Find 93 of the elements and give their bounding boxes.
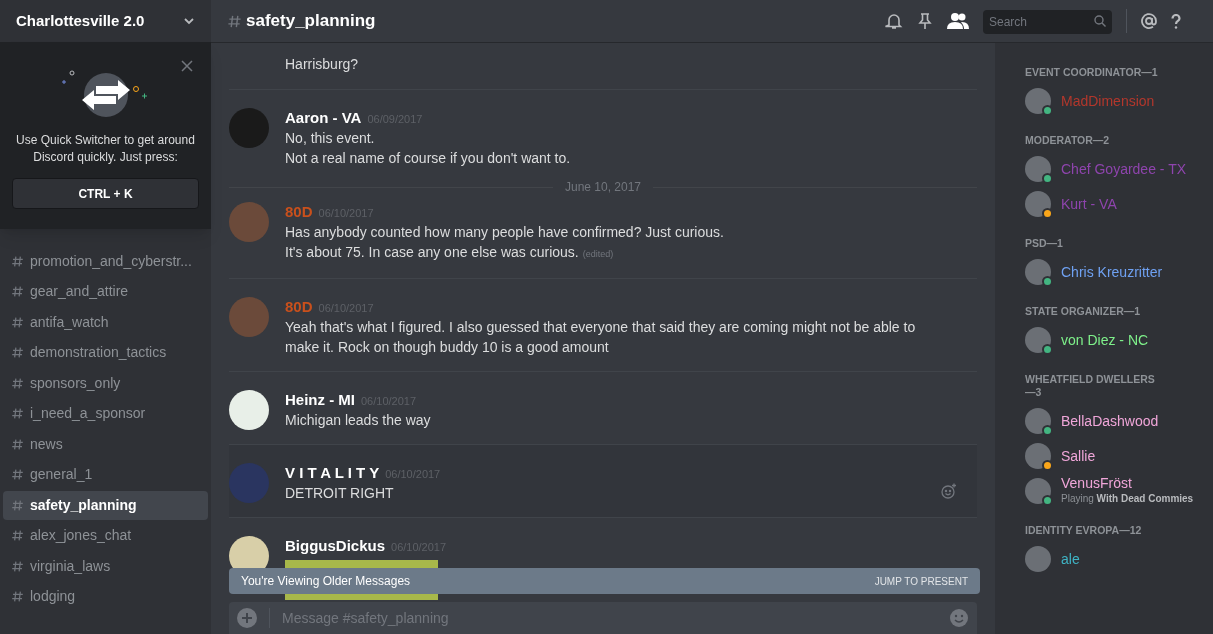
members-icon[interactable] xyxy=(947,12,969,30)
role-heading: EVENT COORDINATOR—1 xyxy=(1025,66,1159,79)
hash-icon xyxy=(11,315,24,329)
channel-item[interactable]: news xyxy=(3,430,208,459)
hash-icon xyxy=(11,498,24,512)
close-icon[interactable] xyxy=(181,60,193,72)
member-name: BellaDashwood xyxy=(1061,412,1159,429)
server-header[interactable]: Charlottesville 2.0 xyxy=(0,0,211,42)
member-name: Kurt - VA xyxy=(1061,195,1117,212)
hash-icon xyxy=(11,376,24,390)
avatar xyxy=(1025,258,1051,285)
message-text: No, this event. xyxy=(285,129,376,148)
channel-item[interactable]: lodging xyxy=(3,582,208,611)
channel-item[interactable]: virginia_laws xyxy=(3,552,208,581)
message-text: Harrisburg? xyxy=(285,55,360,74)
message-text: Michigan leads the way xyxy=(285,411,431,430)
shortcut-key[interactable]: CTRL + K xyxy=(12,178,199,209)
channel-item[interactable]: sponsors_only xyxy=(3,369,208,398)
hash-icon xyxy=(227,13,242,29)
jump-to-present-link[interactable]: JUMP TO PRESENT xyxy=(874,573,968,589)
older-messages-text: You're Viewing Older Messages xyxy=(241,573,411,590)
date-divider: June 10, 2017 xyxy=(564,180,642,194)
member-item[interactable]: Chef Goyardee - TX xyxy=(1025,151,1205,186)
member-name: Sallie xyxy=(1061,447,1096,464)
channel-item[interactable]: safety_planning xyxy=(3,491,208,520)
avatar[interactable] xyxy=(229,390,269,430)
member-item[interactable]: VenusFröst Playing With Dead Commies xyxy=(1025,473,1205,508)
add-reaction-icon[interactable] xyxy=(941,483,957,499)
member-name: MadDimension xyxy=(1061,92,1155,109)
channel-item[interactable]: gear_and_attire xyxy=(3,277,208,306)
role-heading: IDENTITY EVROPA—12 xyxy=(1025,524,1143,537)
avatar xyxy=(1025,545,1051,572)
channel-item[interactable]: antifa_watch xyxy=(3,308,208,337)
avatar xyxy=(1025,326,1051,353)
member-name: von Diez - NC xyxy=(1061,331,1149,348)
mention-icon[interactable] xyxy=(1141,13,1157,29)
quick-switcher-hint: Use Quick Switcher to get around Discord quickly. Just press: xyxy=(15,132,196,166)
pin-icon[interactable] xyxy=(917,12,933,30)
message-text: Has anybody counted how many people have confirmed? Just curious. xyxy=(285,223,724,242)
author-name[interactable]: V I T A L I T Y xyxy=(285,463,380,483)
avatar xyxy=(1025,442,1051,469)
hash-icon xyxy=(11,559,24,573)
member-activity: Playing With Dead Commies xyxy=(1061,492,1194,506)
role-heading: MODERATOR—2 xyxy=(1025,134,1111,147)
author-name[interactable]: 80D xyxy=(285,297,313,317)
hash-icon xyxy=(11,590,24,604)
member-item[interactable]: MadDimension xyxy=(1025,83,1205,118)
author-name[interactable]: BiggusDickus xyxy=(285,536,386,556)
member-name: Chef Goyardee - TX xyxy=(1061,160,1187,177)
hash-icon xyxy=(11,468,24,482)
message-text: Not a real name of course if you don't want to. xyxy=(285,149,571,168)
member-name: VenusFröst xyxy=(1061,475,1133,491)
hash-icon xyxy=(11,529,24,543)
add-icon[interactable] xyxy=(237,608,257,628)
channel-item[interactable]: general_1 xyxy=(3,460,208,489)
avatar xyxy=(1025,407,1051,434)
role-heading: WHEATFIELD DWELLERS—3 xyxy=(1025,373,1156,399)
avatar xyxy=(1025,155,1051,182)
member-name: Chris Kreuzritter xyxy=(1061,263,1163,280)
server-name: Charlottesville 2.0 xyxy=(16,10,145,31)
search-field[interactable]: Search xyxy=(983,9,1112,34)
channel-item[interactable]: alex_jones_chat xyxy=(3,521,208,550)
author-name[interactable]: Heinz - MI xyxy=(285,390,355,410)
hash-icon xyxy=(11,407,24,421)
channel-item[interactable]: i_need_a_sponsor xyxy=(3,399,208,428)
help-icon[interactable] xyxy=(1171,13,1181,29)
channel-item[interactable]: demonstration_tactics xyxy=(3,338,208,367)
member-item[interactable]: Chris Kreuzritter xyxy=(1025,254,1205,289)
member-item[interactable]: BellaDashwood xyxy=(1025,403,1205,438)
member-item[interactable]: Kurt - VA xyxy=(1025,186,1205,221)
channel-title: safety_planning xyxy=(246,10,376,33)
hash-icon xyxy=(11,254,24,268)
chevron-down-icon xyxy=(183,15,195,27)
author-name[interactable]: 80D xyxy=(285,202,313,222)
member-item[interactable]: Sallie xyxy=(1025,438,1205,473)
message-text: Yeah that's what I figured. I also guessed that everyone that said they are coming might not be able to make it. Rock on though buddy 10 is a good amount xyxy=(285,318,917,357)
avatar xyxy=(1025,190,1051,217)
channel-item[interactable]: promotion_and_cyberstr... xyxy=(3,247,208,276)
member-item[interactable]: von Diez - NC xyxy=(1025,322,1205,357)
search-icon xyxy=(1094,14,1106,27)
hash-icon xyxy=(11,346,24,360)
role-heading: STATE ORGANIZER—1 xyxy=(1025,305,1142,318)
hash-icon xyxy=(11,437,24,451)
avatar xyxy=(1025,87,1051,114)
emoji-icon[interactable] xyxy=(949,608,969,628)
bell-icon[interactable] xyxy=(885,12,903,30)
member-item[interactable]: ale xyxy=(1025,541,1205,576)
role-heading: PSD—1 xyxy=(1025,237,1064,250)
hash-icon xyxy=(11,285,24,299)
avatar xyxy=(1025,477,1051,504)
author-name[interactable]: Aaron - VA xyxy=(285,108,362,128)
member-name: ale xyxy=(1061,550,1080,567)
message-text: DETROIT RIGHT xyxy=(285,484,395,503)
